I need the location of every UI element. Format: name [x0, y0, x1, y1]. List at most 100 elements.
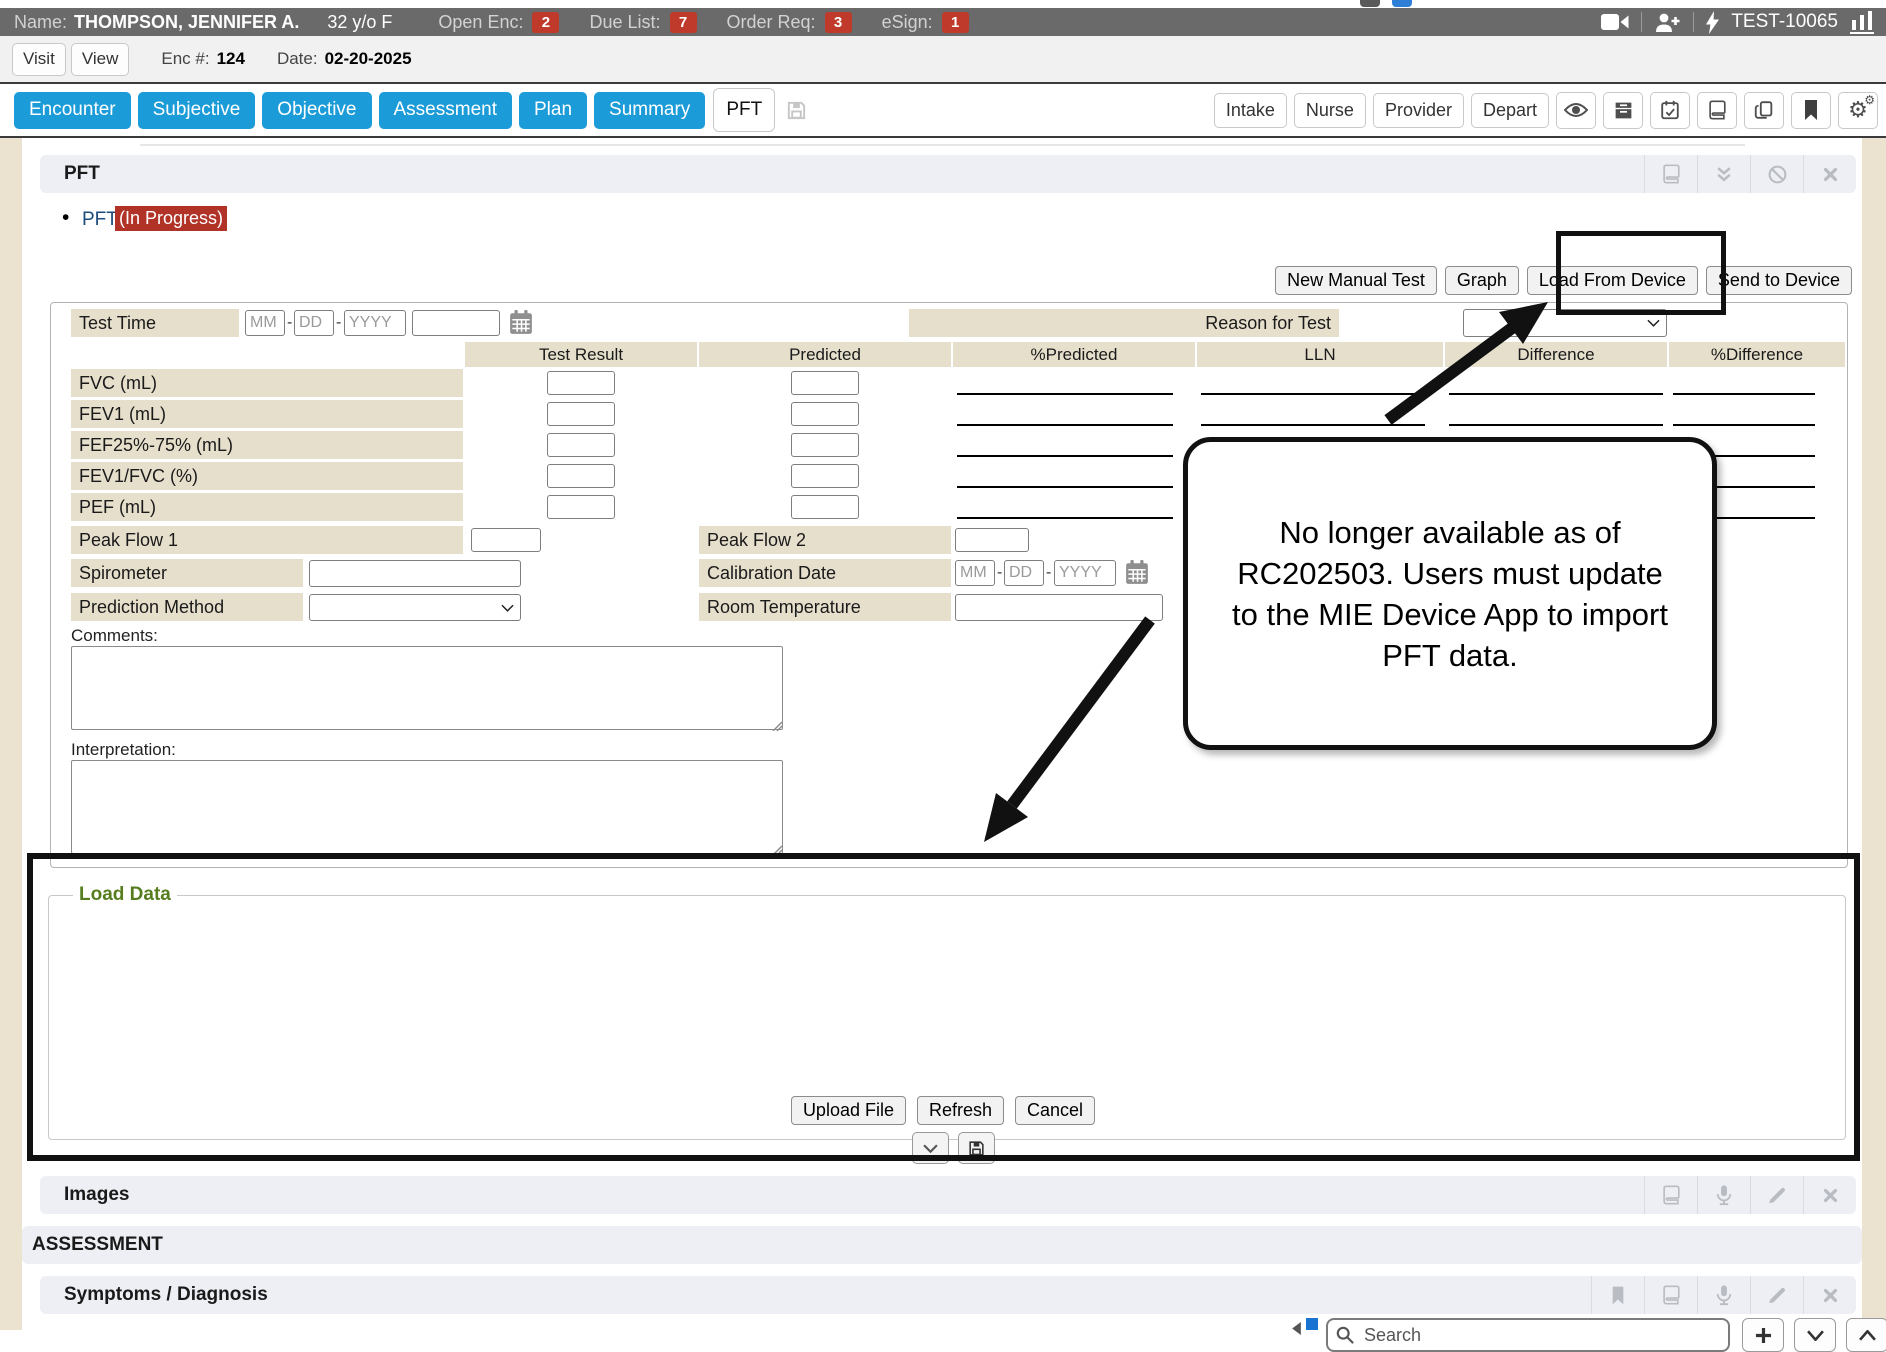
tab-view[interactable]: View [71, 43, 130, 76]
order-req-badge[interactable]: 3 [825, 12, 852, 33]
peak-flow-1-input[interactable] [471, 528, 541, 552]
archive-icon[interactable] [1603, 92, 1643, 129]
microphone-icon[interactable] [1697, 1176, 1750, 1214]
graph-button[interactable]: Graph [1445, 266, 1519, 295]
close-icon[interactable] [1803, 1176, 1856, 1214]
scroll-left-icon[interactable] [1292, 1322, 1301, 1335]
calendar-check-icon[interactable] [1650, 92, 1690, 129]
comments-textarea[interactable] [71, 646, 783, 730]
close-icon[interactable] [1803, 1276, 1856, 1314]
stage-depart[interactable]: Depart [1471, 93, 1549, 128]
room-temperature-input[interactable] [955, 594, 1163, 621]
tab-pft-active[interactable]: PFT [713, 88, 775, 132]
collapse-double-chevron-icon[interactable] [1697, 155, 1750, 193]
book-icon[interactable] [1644, 1176, 1697, 1214]
tab-objective[interactable]: Objective [262, 92, 371, 129]
col-predicted: Predicted [699, 342, 951, 367]
test-time-time-input[interactable] [412, 310, 500, 336]
video-camera-icon[interactable] [1601, 13, 1629, 31]
chart-icon[interactable] [1850, 11, 1874, 34]
fef-predicted-input[interactable] [791, 433, 859, 457]
fev1-predicted-input[interactable] [791, 402, 859, 426]
pencil-icon[interactable] [1750, 1176, 1803, 1214]
patient-header-bar: Name: THOMPSON, JENNIFER A. 32 y/o F Ope… [0, 8, 1886, 36]
faint-line [140, 144, 1745, 146]
fvc-difference-line [1449, 393, 1663, 395]
copy-icon[interactable] [1744, 92, 1784, 129]
esign-badge[interactable]: 1 [942, 12, 969, 33]
calibration-mm-input[interactable] [955, 560, 995, 586]
pef-test-result-input[interactable] [547, 495, 615, 519]
tab-summary[interactable]: Summary [594, 92, 705, 129]
chevron-up-button[interactable] [1846, 1318, 1886, 1352]
lightning-icon[interactable] [1706, 11, 1719, 34]
callout-line: No longer available as of [1279, 512, 1620, 553]
active-marker [1306, 1318, 1318, 1330]
due-list-badge[interactable]: 7 [670, 12, 697, 33]
new-manual-test-button[interactable]: New Manual Test [1275, 266, 1437, 295]
tab-encounter[interactable]: Encounter [14, 92, 131, 129]
fev1fvc-predicted-input[interactable] [791, 464, 859, 488]
save-icon[interactable] [785, 99, 808, 122]
stage-provider[interactable]: Provider [1373, 93, 1464, 128]
col-lln: LLN [1197, 342, 1443, 367]
stage-nurse[interactable]: Nurse [1294, 93, 1366, 128]
assessment-section-bar: ASSESSMENT [22, 1226, 1862, 1264]
test-time-label: Test Time [71, 309, 239, 337]
prediction-method-select[interactable] [309, 594, 521, 621]
bookmark-icon[interactable] [1591, 1276, 1644, 1314]
calendar-icon[interactable] [509, 310, 533, 335]
book-icon[interactable] [1697, 92, 1737, 129]
eye-icon[interactable] [1556, 92, 1596, 129]
dash: - [336, 314, 341, 332]
room-temperature-label: Room Temperature [699, 593, 951, 621]
date-value: 02-20-2025 [325, 49, 412, 69]
row-label-pef: PEF (mL) [71, 493, 463, 521]
row-label-fev1-fvc: FEV1/FVC (%) [71, 462, 463, 490]
pft-section-title: PFT [64, 163, 100, 185]
chrome-sliver [0, 0, 1886, 8]
col-percent-predicted: %Predicted [953, 342, 1195, 367]
add-button[interactable] [1742, 1318, 1784, 1352]
search-input[interactable] [1362, 1324, 1720, 1347]
calibration-dd-input[interactable] [1004, 560, 1044, 586]
open-enc-badge[interactable]: 2 [532, 12, 559, 33]
test-time-mm-input[interactable] [245, 310, 285, 336]
tab-plan[interactable]: Plan [519, 92, 587, 129]
book-icon[interactable] [1644, 155, 1697, 193]
fev1-test-result-input[interactable] [547, 402, 615, 426]
test-time-yyyy-input[interactable] [344, 310, 406, 336]
spirometer-input[interactable] [309, 560, 521, 587]
annotation-callout: No longer available as of RC202503. User… [1183, 437, 1717, 750]
send-to-device-button[interactable]: Send to Device [1706, 266, 1852, 295]
open-enc-label: Open Enc: [438, 12, 523, 33]
fef-test-result-input[interactable] [547, 433, 615, 457]
pef-predicted-input[interactable] [791, 495, 859, 519]
row-label-fvc: FVC (mL) [71, 369, 463, 397]
tab-subjective[interactable]: Subjective [138, 92, 256, 129]
chevron-down-button[interactable] [1794, 1318, 1836, 1352]
tab-visit[interactable]: Visit [12, 43, 66, 76]
pft-item-link[interactable]: PFT [82, 209, 118, 231]
interpretation-textarea[interactable] [71, 760, 783, 854]
calibration-yyyy-input[interactable] [1054, 560, 1116, 586]
pencil-icon[interactable] [1750, 1276, 1803, 1314]
spirometer-label: Spirometer [71, 559, 303, 587]
fev1fvc-test-result-input[interactable] [547, 464, 615, 488]
gears-icon[interactable]: ⚙ ⚙ [1838, 92, 1878, 129]
book-icon[interactable] [1644, 1276, 1697, 1314]
tab-assessment[interactable]: Assessment [379, 92, 512, 129]
row-label-fef: FEF25%-75% (mL) [71, 431, 463, 459]
add-user-icon[interactable] [1654, 12, 1681, 33]
stage-intake[interactable]: Intake [1214, 93, 1287, 128]
test-time-dd-input[interactable] [294, 310, 334, 336]
fvc-test-result-input[interactable] [547, 371, 615, 395]
microphone-icon[interactable] [1697, 1276, 1750, 1314]
calibration-date-label: Calibration Date [699, 559, 951, 587]
bookmark-icon[interactable] [1791, 92, 1831, 129]
disable-icon[interactable] [1750, 155, 1803, 193]
fvc-predicted-input[interactable] [791, 371, 859, 395]
calendar-icon[interactable] [1125, 560, 1149, 585]
peak-flow-2-input[interactable] [955, 528, 1029, 552]
close-icon[interactable] [1803, 155, 1856, 193]
